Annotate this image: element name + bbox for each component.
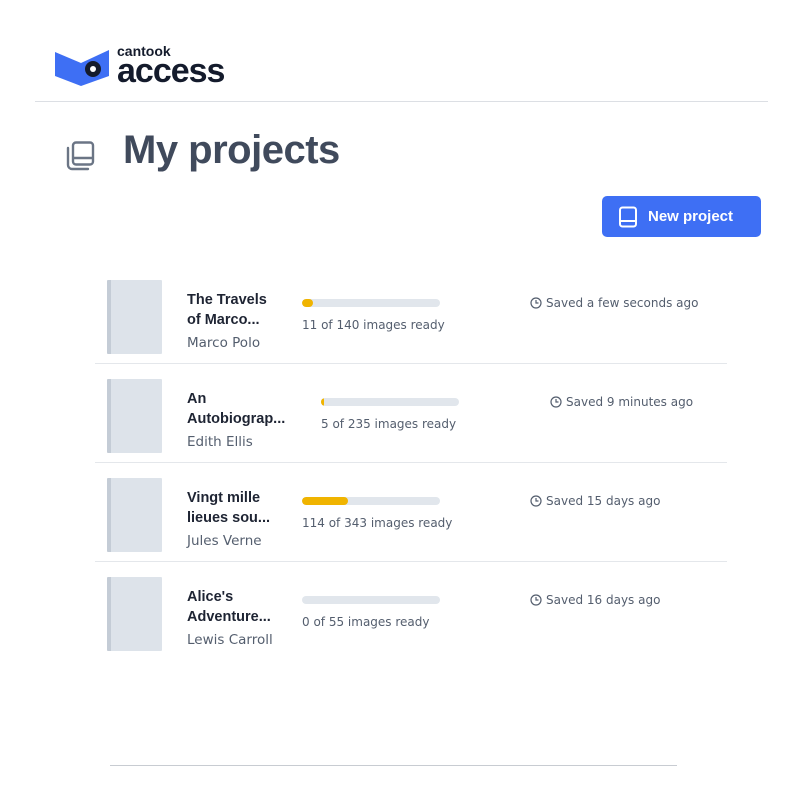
saved-status: Saved 15 days ago [530,494,660,508]
project-row[interactable]: An Autobiograp... Edith Ellis 5 of 235 i… [95,364,727,463]
footer-divider [110,765,677,766]
saved-status: Saved 16 days ago [530,593,660,607]
progress-text: 11 of 140 images ready [302,318,445,332]
open-book-logo-icon [55,50,109,86]
progress-fill [302,497,348,505]
book-cover[interactable] [107,577,162,651]
project-row[interactable]: Vingt mille lieues sou... Jules Verne 11… [95,463,727,562]
progress-text: 114 of 343 images ready [302,516,453,530]
progress-fill [321,398,324,406]
header-divider [35,101,768,102]
progress-bar [302,596,440,604]
new-project-button[interactable]: New project [602,196,761,237]
book-icon [619,206,637,227]
clock-icon [530,594,542,606]
book-title[interactable]: The Travels of Marco... [187,290,282,330]
clock-icon [530,495,542,507]
cantook-access-logo[interactable]: cantook access [55,44,225,90]
logo-wordmark-big: access [117,52,225,90]
books-stack-icon [66,141,95,171]
page-title: My projects [123,128,340,172]
book-title[interactable]: Vingt mille lieues sou... [187,488,282,528]
clock-icon [550,396,562,408]
page: cantook access My projects New project T… [0,0,800,801]
progress-fill [302,299,313,307]
book-cover[interactable] [107,280,162,354]
project-row[interactable]: The Travels of Marco... Marco Polo 11 of… [95,265,727,364]
progress-bar [302,299,440,307]
project-list: The Travels of Marco... Marco Polo 11 of… [95,265,727,661]
saved-status: Saved 9 minutes ago [550,395,693,409]
book-author: Marco Polo [187,335,261,351]
project-row[interactable]: Alice's Adventure... Lewis Carroll 0 of … [95,562,727,661]
progress-text: 5 of 235 images ready [321,417,457,431]
book-author: Lewis Carroll [187,632,273,648]
book-cover[interactable] [107,379,162,453]
book-author: Edith Ellis [187,434,253,450]
saved-status: Saved a few seconds ago [530,296,698,310]
new-project-label: New project [648,208,734,225]
clock-icon [530,297,542,309]
progress-text: 0 of 55 images ready [302,615,430,629]
book-author: Jules Verne [187,533,262,549]
progress-bar [302,497,440,505]
book-cover[interactable] [107,478,162,552]
book-title[interactable]: Alice's Adventure... [187,587,282,627]
progress-bar [321,398,459,406]
book-title[interactable]: An Autobiograp... [187,389,285,429]
